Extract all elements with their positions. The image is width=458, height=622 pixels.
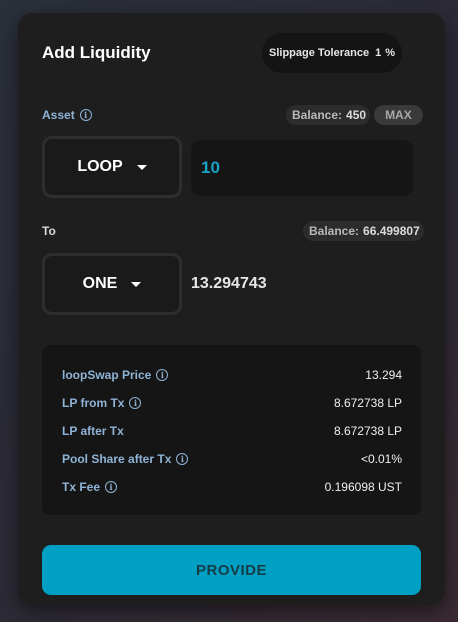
detail-row: Pool Share after Tx i <0.01% bbox=[62, 445, 402, 473]
detail-value: 8.672738 LP bbox=[333, 424, 402, 438]
detail-row: Tx Fee i 0.196098 UST bbox=[62, 473, 402, 501]
detail-row: loopSwap Price i 13.294 bbox=[62, 361, 402, 389]
asset-amount-input[interactable] bbox=[191, 140, 413, 196]
detail-label-group: LP after Tx bbox=[62, 424, 124, 438]
asset-balance-value: 450 bbox=[346, 108, 367, 122]
transaction-details-panel: loopSwap Price i 13.294 LP from Tx i 8.6… bbox=[42, 345, 421, 515]
to-balance-value: 66.499807 bbox=[363, 224, 420, 238]
asset-label: Asset bbox=[42, 108, 75, 122]
slippage-label: Slippage Tolerance bbox=[269, 47, 370, 59]
slippage-unit: % bbox=[385, 47, 395, 59]
provide-button[interactable]: PROVIDE bbox=[42, 545, 421, 595]
max-button[interactable]: MAX bbox=[374, 105, 423, 125]
chevron-down-icon bbox=[131, 281, 142, 287]
detail-value: 13.294 bbox=[365, 368, 402, 382]
to-balance-label: Balance: bbox=[309, 224, 360, 238]
detail-value: 0.196098 UST bbox=[324, 480, 402, 494]
detail-label-group: loopSwap Price i bbox=[62, 368, 169, 382]
detail-label-group: Pool Share after Tx i bbox=[62, 452, 189, 466]
detail-label: Tx Fee bbox=[62, 480, 101, 494]
detail-label: LP after Tx bbox=[62, 424, 124, 438]
detail-row: LP after Tx 8.672738 LP bbox=[62, 417, 402, 445]
detail-label: LP from Tx bbox=[62, 396, 125, 410]
asset-balance-group: Balance: 450 MAX bbox=[280, 105, 423, 125]
info-icon[interactable]: i bbox=[156, 369, 169, 381]
info-icon[interactable]: i bbox=[129, 397, 142, 409]
detail-label-group: LP from Tx i bbox=[62, 396, 142, 410]
asset-balance-pill: Balance: 450 bbox=[286, 105, 371, 125]
to-label: To bbox=[42, 224, 56, 238]
to-amount-value: 13.294743 bbox=[191, 275, 267, 292]
detail-row: LP from Tx i 8.672738 LP bbox=[62, 389, 402, 417]
detail-value: <0.01% bbox=[360, 452, 402, 466]
chevron-down-icon bbox=[136, 164, 147, 170]
page-title: Add Liquidity bbox=[42, 43, 151, 62]
info-icon[interactable]: i bbox=[105, 481, 118, 493]
asset-balance-label: Balance: bbox=[292, 108, 343, 122]
detail-label: Pool Share after Tx bbox=[62, 452, 172, 466]
info-icon[interactable]: i bbox=[79, 109, 92, 121]
asset-label-group: Asset i bbox=[42, 108, 92, 122]
slippage-value: 1 bbox=[375, 47, 382, 59]
to-token-select[interactable]: ONE bbox=[42, 253, 182, 315]
add-liquidity-card: Add Liquidity Slippage Tolerance 1 % Ass… bbox=[18, 13, 445, 605]
detail-label: loopSwap Price bbox=[62, 368, 152, 382]
to-label-group: To bbox=[42, 224, 56, 238]
detail-label-group: Tx Fee i bbox=[62, 480, 118, 494]
asset-token-select[interactable]: LOOP bbox=[42, 136, 182, 198]
info-icon[interactable]: i bbox=[176, 453, 189, 465]
slippage-tolerance-button[interactable]: Slippage Tolerance 1 % bbox=[262, 33, 402, 73]
detail-value: 8.672738 LP bbox=[333, 396, 402, 410]
asset-token-label: LOOP bbox=[77, 158, 123, 175]
to-balance-pill: Balance: 66.499807 bbox=[303, 221, 424, 241]
to-token-label: ONE bbox=[82, 275, 118, 292]
